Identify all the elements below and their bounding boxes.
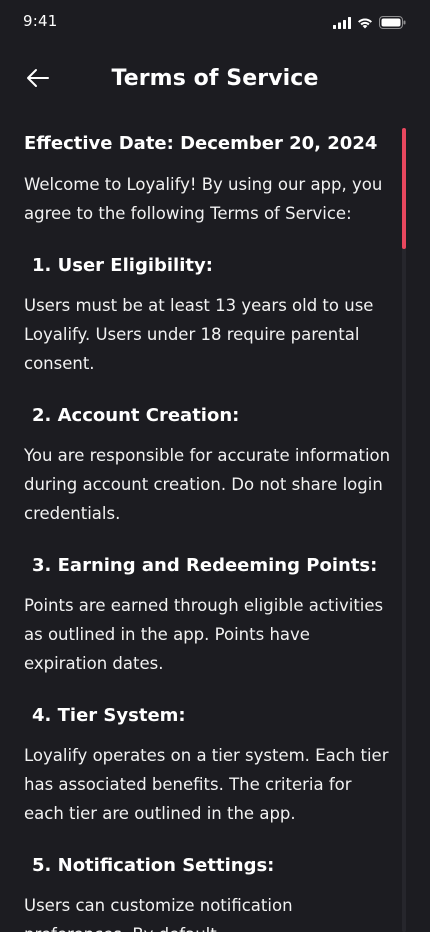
section-body: Users must be at least 13 years old to u…: [24, 296, 374, 373]
effective-date: Effective Date: December 20, 2024: [24, 133, 378, 154]
section: 5. Notification Settings: Users can cust…: [24, 850, 396, 932]
terms-content[interactable]: Effective Date: December 20, 2024 Welcom…: [24, 128, 396, 932]
section-heading: 3. Earning and Redeeming Points:: [32, 555, 378, 576]
wifi-icon: [357, 14, 373, 33]
section-body: Loyalify operates on a tier system. Each…: [24, 746, 389, 823]
section-body: Points are earned through eligible activ…: [24, 596, 384, 673]
section: 2. Account Creation: You are responsible…: [24, 400, 396, 528]
section: 4. Tier System: Loyalify operates on a t…: [24, 700, 396, 828]
header: Terms of Service: [0, 56, 430, 104]
intro-text: Welcome to Loyalify! By using our app, y…: [24, 175, 383, 223]
page-title: Terms of Service: [111, 66, 319, 91]
section-body: Users can customize notification prefere…: [24, 896, 293, 932]
scrollbar-thumb[interactable]: [402, 128, 406, 249]
cellular-signal-icon: [333, 14, 351, 33]
section-heading: 2. Account Creation:: [32, 405, 240, 426]
status-icons: [333, 14, 406, 33]
section-heading: 1. User Eligibility:: [32, 255, 213, 276]
battery-icon: [379, 14, 406, 33]
status-time: 9:41: [23, 12, 58, 30]
section-body: You are responsible for accurate informa…: [24, 446, 391, 523]
status-bar: 9:41: [0, 0, 430, 44]
section: 3. Earning and Redeeming Points: Points …: [24, 550, 396, 678]
section-heading: 4. Tier System:: [32, 705, 186, 726]
section-heading: 5. Notification Settings:: [32, 855, 275, 876]
section: 1. User Eligibility: Users must be at le…: [24, 250, 396, 378]
scrollbar-track[interactable]: [402, 128, 406, 932]
